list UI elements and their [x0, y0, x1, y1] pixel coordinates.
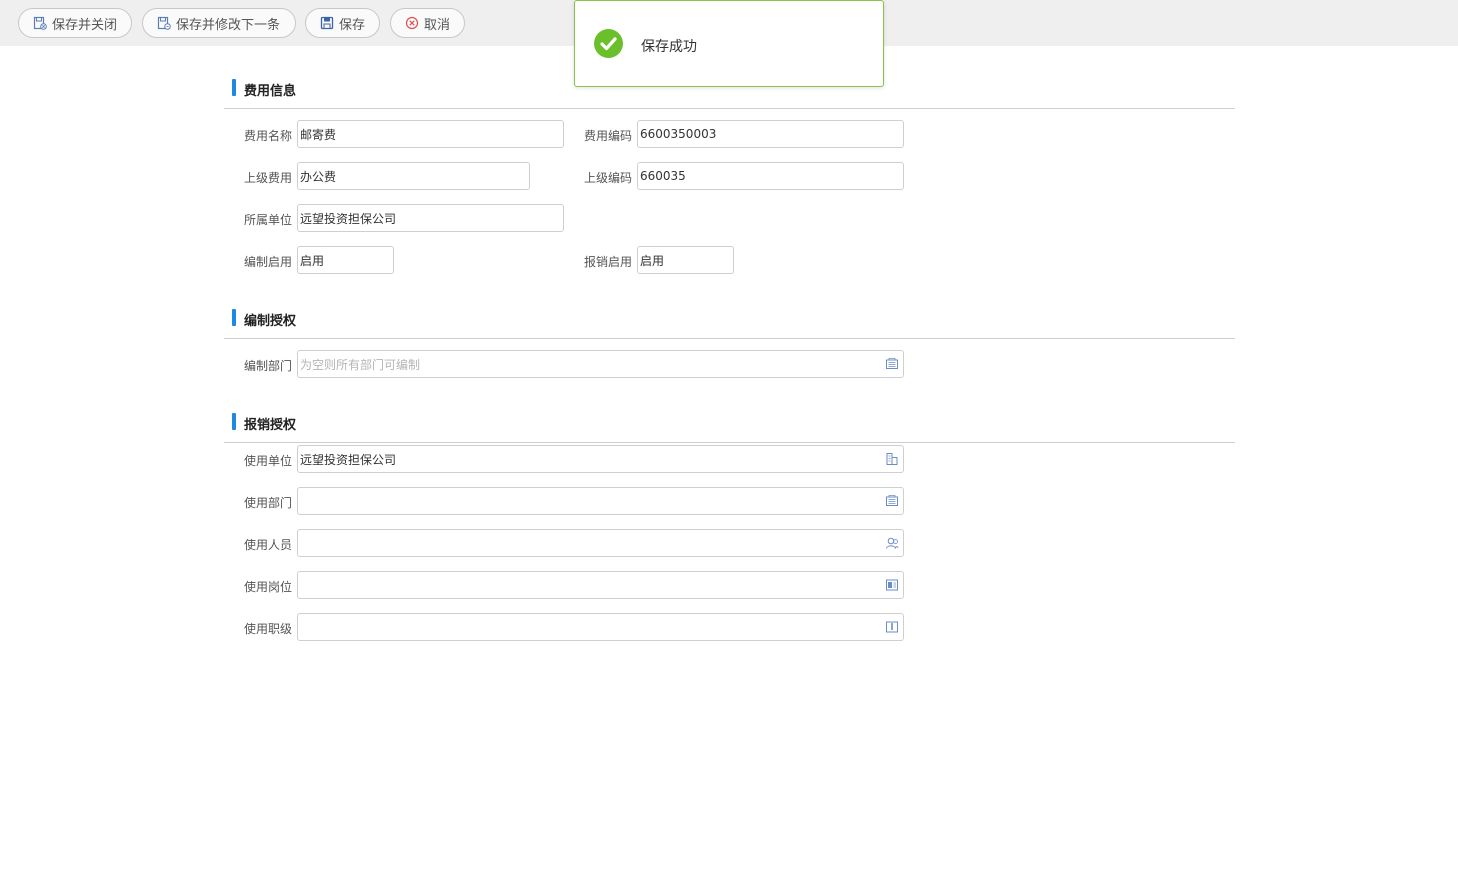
parent-code-value: 660035: [640, 169, 686, 183]
toast-message: 保存成功: [641, 39, 697, 55]
department-picker-icon[interactable]: [885, 494, 899, 508]
save-and-close-button[interactable]: 保存并关闭: [18, 8, 132, 38]
save-label: 保存: [339, 17, 366, 33]
success-check-icon: [594, 29, 623, 58]
reimburse-enable-select[interactable]: 启用: [637, 246, 734, 274]
edit-enable-value: 启用: [300, 253, 325, 268]
use-unit-input[interactable]: 远望投资担保公司: [297, 445, 904, 473]
reimburse-enable-value: 启用: [640, 253, 665, 268]
use-unit-label: 使用单位: [243, 454, 292, 468]
section-edit-auth: 编制授权: [224, 309, 1235, 339]
parent-fee-value: 办公费: [300, 169, 337, 184]
save-and-edit-next-button[interactable]: 保存并修改下一条: [142, 8, 296, 38]
save-next-icon: [157, 16, 171, 30]
use-post-input[interactable]: [297, 571, 904, 599]
edit-enable-select[interactable]: 启用: [297, 246, 394, 274]
parent-fee-label: 上级费用: [243, 171, 292, 185]
fee-code-input[interactable]: 6600350003: [637, 120, 904, 148]
parent-code-label: 上级编码: [583, 171, 632, 185]
fee-name-value: 邮寄费: [300, 127, 337, 142]
save-close-icon: [33, 16, 47, 30]
section-accent-bar: [232, 79, 236, 96]
save-and-close-label: 保存并关闭: [52, 17, 118, 33]
section-accent-bar: [232, 413, 236, 430]
fee-code-value: 6600350003: [640, 127, 717, 141]
section-title-fee-info: 费用信息: [244, 84, 297, 99]
success-toast: 保存成功: [574, 0, 884, 87]
section-accent-bar: [232, 309, 236, 326]
use-post-label: 使用岗位: [243, 580, 292, 594]
parent-code-input[interactable]: 660035: [637, 162, 904, 190]
owner-unit-input[interactable]: 远望投资担保公司: [297, 204, 564, 232]
use-unit-value: 远望投资担保公司: [300, 452, 397, 467]
section-reimburse-auth: 报销授权: [224, 413, 1235, 443]
use-dept-input[interactable]: [297, 487, 904, 515]
use-person-input[interactable]: [297, 529, 904, 557]
section-fee-info: 费用信息: [224, 79, 1235, 109]
person-picker-icon[interactable]: [885, 536, 899, 550]
owner-unit-value: 远望投资担保公司: [300, 211, 397, 226]
use-dept-label: 使用部门: [243, 496, 292, 510]
cancel-button[interactable]: 取消: [390, 8, 465, 38]
use-person-label: 使用人员: [243, 538, 292, 552]
use-rank-input[interactable]: [297, 613, 904, 641]
rank-picker-icon[interactable]: [885, 620, 899, 634]
post-picker-icon[interactable]: [885, 578, 899, 592]
use-rank-label: 使用职级: [243, 622, 292, 636]
edit-dept-input[interactable]: 为空则所有部门可编制: [297, 350, 904, 378]
department-picker-icon[interactable]: [885, 357, 899, 371]
section-title-edit-auth: 编制授权: [244, 314, 297, 329]
unit-picker-icon[interactable]: [885, 452, 899, 466]
save-and-edit-next-label: 保存并修改下一条: [176, 17, 281, 33]
fee-name-input[interactable]: 邮寄费: [297, 120, 564, 148]
save-icon: [320, 16, 334, 30]
fee-name-label: 费用名称: [243, 129, 292, 143]
save-button[interactable]: 保存: [305, 8, 380, 38]
cancel-label: 取消: [424, 17, 451, 33]
parent-fee-input[interactable]: 办公费: [297, 162, 530, 190]
section-title-reimburse-auth: 报销授权: [244, 418, 297, 433]
owner-unit-label: 所属单位: [243, 213, 292, 227]
edit-dept-placeholder: 为空则所有部门可编制: [300, 357, 421, 372]
edit-enable-label: 编制启用: [243, 255, 292, 269]
fee-code-label: 费用编码: [583, 129, 632, 143]
cancel-icon: [405, 16, 419, 30]
reimburse-enable-label: 报销启用: [583, 255, 632, 269]
edit-dept-label: 编制部门: [243, 359, 292, 373]
